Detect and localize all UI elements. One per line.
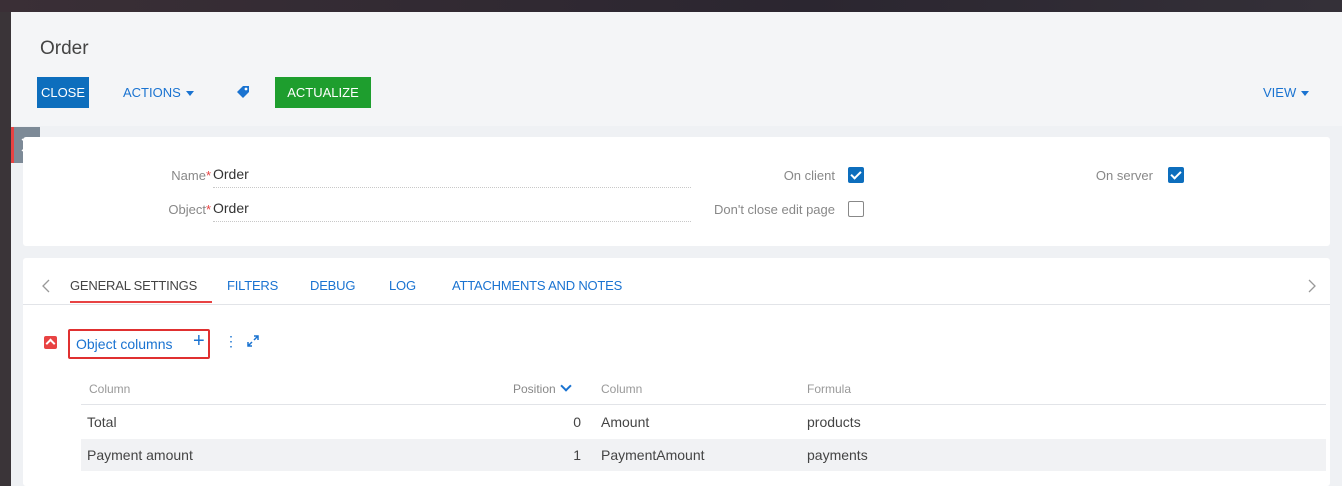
name-field[interactable]: Order xyxy=(213,166,691,188)
tab-log[interactable]: LOG xyxy=(389,278,416,293)
dont-close-checkbox[interactable] xyxy=(848,201,864,217)
kebab-menu-icon[interactable]: ⋮ xyxy=(224,333,238,350)
page-title: Order xyxy=(40,38,89,59)
on-server-checkbox[interactable] xyxy=(1168,167,1184,183)
cell-column: Total xyxy=(87,414,117,430)
cell-target-column: Amount xyxy=(601,414,650,430)
chevron-down-icon xyxy=(1301,91,1310,97)
on-client-label: On client xyxy=(783,168,835,183)
expand-icon[interactable] xyxy=(246,334,260,348)
active-tab-indicator xyxy=(70,301,212,303)
column-header-column[interactable]: Column xyxy=(89,382,130,396)
tabs-bar: GENERAL SETTINGS FILTERS DEBUG LOG ATTAC… xyxy=(23,258,1330,305)
view-label: VIEW xyxy=(1263,85,1297,100)
cell-target-column: PaymentAmount xyxy=(601,447,705,463)
cell-column: Payment amount xyxy=(87,447,193,463)
table-header-divider xyxy=(81,404,1326,405)
actions-button[interactable]: ACTIONS xyxy=(123,77,194,108)
tab-debug[interactable]: DEBUG xyxy=(310,278,355,293)
name-label: Name* xyxy=(171,168,211,183)
window-left-edge xyxy=(0,0,11,486)
actualize-button[interactable]: ACTUALIZE xyxy=(275,77,371,108)
chevron-left-icon[interactable] xyxy=(41,279,51,293)
cell-formula: payments xyxy=(807,447,868,463)
view-button[interactable]: VIEW xyxy=(1263,77,1310,108)
plus-icon[interactable]: + xyxy=(193,330,205,353)
tab-general-settings[interactable]: GENERAL SETTINGS xyxy=(70,278,197,293)
on-client-checkbox[interactable] xyxy=(848,167,864,183)
dont-close-label: Don't close edit page xyxy=(713,202,835,217)
tag-icon[interactable] xyxy=(234,83,252,101)
tabs-card: GENERAL SETTINGS FILTERS DEBUG LOG ATTAC… xyxy=(23,258,1330,486)
page-header: Order CLOSE ACTIONS ACTUALIZE VIEW xyxy=(11,12,1342,126)
object-label: Object* xyxy=(168,202,211,217)
cell-formula: products xyxy=(807,414,861,430)
column-header-formula[interactable]: Formula xyxy=(807,382,851,396)
table-row[interactable]: Payment amount 1 PaymentAmount payments xyxy=(81,439,1326,471)
edit-page: Order CLOSE ACTIONS ACTUALIZE VIEW Name*… xyxy=(11,12,1342,486)
table-row[interactable]: Total 0 Amount products xyxy=(81,406,1326,438)
object-columns-title[interactable]: Object columns xyxy=(76,336,172,352)
tab-attachments-and-notes[interactable]: ATTACHMENTS AND NOTES xyxy=(452,278,622,293)
primary-info-card: Name* Order Object* Order On client Don'… xyxy=(23,137,1330,246)
column-header-position[interactable]: Position xyxy=(513,380,572,396)
window-top-edge xyxy=(0,0,1342,12)
cell-position: 1 xyxy=(573,447,581,463)
sort-down-icon xyxy=(560,380,572,392)
column-header-target-column[interactable]: Column xyxy=(601,382,642,396)
close-button[interactable]: CLOSE xyxy=(37,77,89,108)
tab-filters[interactable]: FILTERS xyxy=(227,278,278,293)
cell-position: 0 xyxy=(573,414,581,430)
chevron-right-icon[interactable] xyxy=(1307,279,1317,293)
sidebar-toggle-accent xyxy=(11,127,14,163)
collapse-icon[interactable] xyxy=(44,336,57,349)
chevron-down-icon xyxy=(185,91,194,97)
object-field[interactable]: Order xyxy=(213,200,691,222)
actions-label: ACTIONS xyxy=(123,85,181,100)
on-server-label: On server xyxy=(1095,168,1153,183)
